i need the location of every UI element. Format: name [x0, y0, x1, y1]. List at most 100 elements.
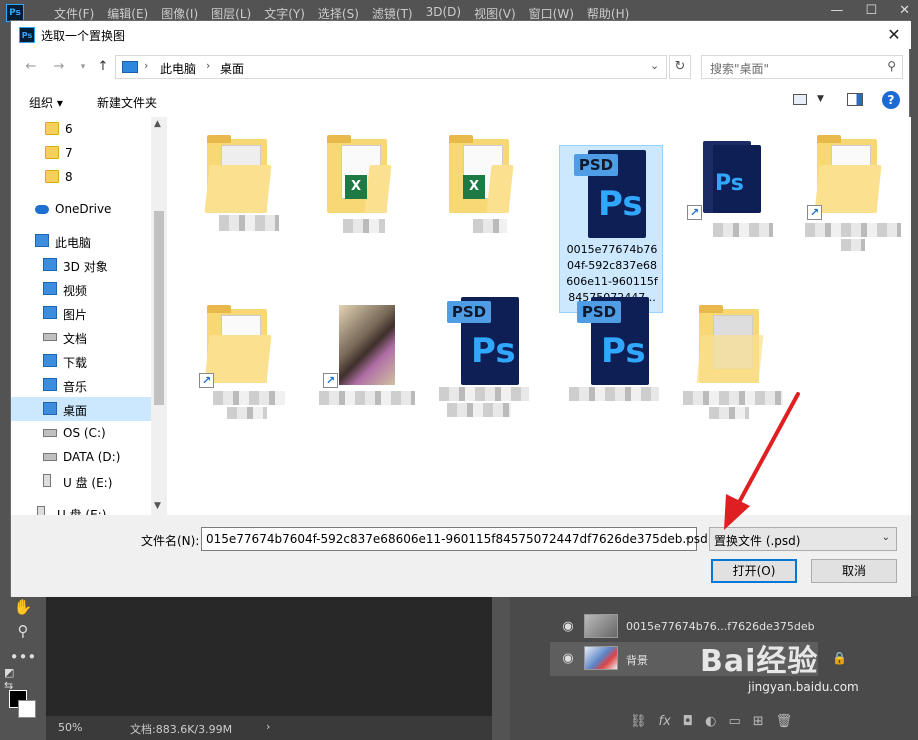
nav-item[interactable]: 7: [11, 141, 151, 165]
breadcrumb-separator-icon[interactable]: ›: [144, 59, 148, 72]
filename-value[interactable]: 015e77674b7604f-592c837e68606e11-960115f…: [206, 532, 708, 546]
nav-item[interactable]: OS (C:): [11, 421, 151, 445]
psd-file-icon: PSD Ps: [577, 297, 649, 387]
file-item-folder[interactable]: X: [429, 123, 533, 293]
status-arrow-icon[interactable]: ›: [266, 720, 270, 733]
new-layer-icon[interactable]: ⊞: [753, 714, 764, 729]
group-icon[interactable]: ▭: [728, 714, 740, 729]
link-layers-icon[interactable]: ⛓: [630, 714, 647, 729]
nav-item[interactable]: 视频: [11, 277, 151, 301]
breadcrumb-desktop[interactable]: 桌面: [220, 60, 244, 77]
chevron-down-icon[interactable]: ▼: [817, 94, 824, 104]
close-icon[interactable]: ✕: [883, 24, 905, 46]
chevron-down-icon[interactable]: ▾: [73, 57, 93, 77]
breadcrumb-separator-icon[interactable]: ›: [206, 59, 210, 72]
open-button[interactable]: 打开(O): [711, 559, 797, 583]
nav-item[interactable]: 桌面: [11, 397, 151, 421]
file-item-image-shortcut[interactable]: ↗: [307, 293, 415, 463]
file-item-psd[interactable]: PSD Ps: [429, 293, 533, 463]
chevron-down-icon[interactable]: ⌄: [882, 532, 890, 543]
dialog-title: 选取一个置换图: [41, 29, 126, 43]
nav-item[interactable]: 下载: [11, 349, 151, 373]
nav-item[interactable]: 音乐: [11, 373, 151, 397]
forward-arrow-icon[interactable]: →: [49, 57, 69, 77]
nav-item[interactable]: U 盘 (E:): [11, 469, 151, 493]
navigation-pane: 6 7 8 OneDrive 此电脑 3D 对象 视频 图片 文档 下载 音乐 桌面 OS (C:) DA…: [11, 117, 167, 515]
dialog-titlebar[interactable]: Ps 选取一个置换图 ✕: [11, 21, 911, 49]
nav-item[interactable]: 此电脑: [11, 229, 151, 253]
cancel-button[interactable]: 取消: [811, 559, 897, 583]
nav-item[interactable]: 6: [11, 117, 151, 141]
filetype-value[interactable]: 置换文件 (.psd): [714, 532, 800, 549]
background-color-swatch[interactable]: [18, 700, 36, 718]
chevron-down-icon[interactable]: ⌄: [650, 59, 659, 72]
zoom-tool-icon[interactable]: ⚲: [12, 620, 34, 642]
ps-menu-item[interactable]: 文字(Y): [264, 5, 305, 22]
address-bar[interactable]: › 此电脑 › 桌面 ⌄: [115, 55, 667, 79]
eye-icon[interactable]: ◉: [560, 651, 576, 666]
ps-menu-item[interactable]: 图层(L): [211, 5, 251, 22]
computer-icon: [122, 61, 138, 73]
search-box[interactable]: 搜索"桌面" ⚲: [701, 55, 903, 79]
file-item-psd-shortcut[interactable]: Ps ↗: [677, 123, 781, 293]
fx-icon[interactable]: fx: [659, 714, 671, 729]
preview-pane-icon[interactable]: [847, 93, 863, 106]
ps-menu-item[interactable]: 滤镜(T): [372, 5, 413, 22]
file-item-folder[interactable]: X: [307, 123, 411, 293]
nav-item[interactable]: 8: [11, 165, 151, 189]
nav-item[interactable]: U 盘 (E:): [11, 501, 151, 515]
hand-tool-icon[interactable]: ✋: [12, 596, 34, 618]
scroll-up-icon[interactable]: ▲: [154, 119, 161, 129]
nav-item[interactable]: DATA (D:): [11, 445, 151, 469]
adjustment-layer-icon[interactable]: ◐: [705, 714, 716, 729]
refresh-icon[interactable]: ↻: [669, 55, 691, 79]
back-arrow-icon[interactable]: ←: [21, 57, 41, 77]
nav-item-label: 此电脑: [55, 236, 92, 250]
ps-menu-item[interactable]: 编辑(E): [107, 5, 148, 22]
up-arrow-icon[interactable]: ↑: [93, 57, 113, 77]
zoom-level[interactable]: 50%: [58, 721, 82, 734]
layer-name: 0015e77674b76...f7626de375deb: [626, 620, 815, 633]
new-folder-button[interactable]: 新建文件夹: [97, 94, 157, 111]
ps-menu-item[interactable]: 视图(V): [474, 5, 516, 22]
search-placeholder[interactable]: 搜索"桌面": [710, 60, 769, 77]
organize-button[interactable]: 组织 ▾: [29, 94, 63, 111]
nav-scrollbar[interactable]: ▲ ▼: [151, 117, 167, 515]
nav-item[interactable]: 文档: [11, 325, 151, 349]
ps-menu-item[interactable]: 选择(S): [318, 5, 359, 22]
more-tools-icon[interactable]: •••: [10, 646, 37, 668]
ps-menu-item[interactable]: 文件(F): [54, 5, 94, 22]
nav-item[interactable]: OneDrive: [11, 197, 151, 221]
file-item-psd-selected[interactable]: PSD Ps 0015e77674b7604f-592c837e68606e11…: [559, 145, 663, 313]
photoshop-canvas[interactable]: [46, 596, 492, 716]
scrollbar-thumb[interactable]: [154, 211, 164, 405]
ps-menu-item[interactable]: 3D(D): [426, 5, 461, 22]
search-icon[interactable]: ⚲: [887, 59, 896, 73]
ps-menu-item[interactable]: 帮助(H): [587, 5, 629, 22]
file-item-folder-shortcut[interactable]: ↗: [187, 293, 291, 463]
close-icon[interactable]: ✕: [899, 3, 910, 18]
view-icon[interactable]: [793, 94, 807, 105]
minimize-icon[interactable]: —: [830, 3, 843, 18]
breadcrumb-this-pc[interactable]: 此电脑: [160, 60, 196, 77]
scroll-down-icon[interactable]: ▼: [154, 501, 161, 511]
ps-menu-item[interactable]: 窗口(W): [529, 5, 574, 22]
add-mask-icon[interactable]: ◘: [683, 714, 693, 729]
chevron-down-icon[interactable]: ⌄: [684, 532, 692, 543]
ps-menu-item[interactable]: 图像(I): [161, 5, 198, 22]
nav-item[interactable]: 图片: [11, 301, 151, 325]
default-colors-icon[interactable]: ◩ ⇆: [4, 666, 26, 692]
nav-item[interactable]: 3D 对象: [11, 253, 151, 277]
help-icon[interactable]: ?: [882, 91, 900, 109]
file-item-psd[interactable]: PSD Ps: [559, 293, 663, 463]
file-item-folder[interactable]: [187, 123, 291, 293]
maximize-icon[interactable]: ☐: [865, 3, 877, 18]
file-item-folder-shortcut[interactable]: ↗: [797, 123, 901, 293]
usb-drive-icon: [43, 474, 51, 487]
photoshop-divider: [492, 596, 510, 740]
trash-icon[interactable]: 🗑: [776, 714, 793, 729]
folder-icon: [45, 122, 59, 135]
filename-input[interactable]: 015e77674b7604f-592c837e68606e11-960115f…: [201, 527, 708, 551]
eye-icon[interactable]: ◉: [560, 619, 576, 634]
blurred-filename: [805, 223, 901, 237]
